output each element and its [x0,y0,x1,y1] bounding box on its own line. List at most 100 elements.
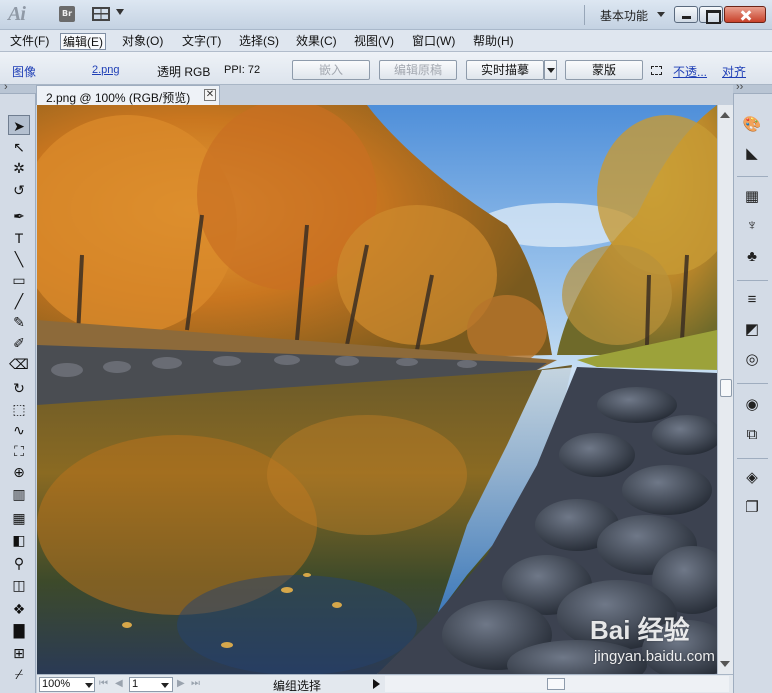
chevron-down-icon[interactable] [85,683,93,688]
minimize-button[interactable] [674,6,698,23]
graphic-styles-panel-icon[interactable]: ⧉ [742,425,762,445]
edit-original-button[interactable]: 编辑原稿 [379,60,457,80]
chevron-down-icon[interactable] [116,9,124,15]
eraser-tool[interactable]: ⌫ [8,354,30,374]
divider [584,5,585,25]
placed-image-autumn-canal[interactable] [37,105,717,674]
watermark-url: jingyan.baidu.com [594,648,715,665]
app-logo: Ai [8,3,26,25]
direct-selection-tool[interactable]: ↖ [8,137,30,157]
trace-options-dropdown[interactable] [544,60,557,80]
align-link[interactable]: 对齐 [722,63,746,80]
menu-select[interactable]: 选择(S) [237,33,281,50]
menu-bar: 文件(F) 编辑(E) 对象(O) 文字(T) 选择(S) 效果(C) 视图(V… [0,30,772,52]
horizontal-scrollbar[interactable] [385,676,729,692]
divider [737,458,768,459]
selection-tool[interactable]: ➤ [8,115,30,135]
swatches-panel-icon[interactable]: ▦ [742,187,762,207]
artboard-tool[interactable]: ⊞ [8,643,30,663]
menu-window[interactable]: 窗口(W) [410,33,457,50]
symbol-sprayer-tool[interactable]: ❖ [8,599,30,619]
control-bar: 图像 2.png 透明 RGB PPI: 72 嵌入 编辑原稿 实时描摹 蒙版 … [0,52,772,85]
appearance-panel-icon[interactable]: ◉ [742,395,762,415]
gradient-panel-icon[interactable]: ◩ [742,320,762,340]
divider [737,280,768,281]
scroll-thumb[interactable] [547,678,565,690]
menu-effect[interactable]: 效果(C) [294,33,339,50]
mesh-tool[interactable]: ▦ [8,508,30,528]
scroll-down-icon[interactable] [720,661,730,667]
layers-panel-icon[interactable]: ◈ [742,468,762,488]
vertical-scrollbar[interactable] [717,105,733,674]
transparency-info: 透明 RGB [157,65,211,79]
artboards-panel-icon[interactable]: ❐ [742,498,762,518]
menu-help[interactable]: 帮助(H) [471,33,516,50]
rectangle-tool[interactable]: ▭ [8,270,30,290]
stroke-panel-icon[interactable]: ≡ [742,290,762,310]
document-tab-title: 2.png @ 100% (RGB/预览) [46,91,191,105]
artboard-canvas[interactable]: Bai 经验 jingyan.baidu.com [37,105,717,674]
mask-button[interactable]: 蒙版 [565,60,643,80]
type-tool[interactable]: T [8,228,30,248]
blend-tool[interactable]: ◫ [8,575,30,595]
gradient-tool[interactable]: ◧ [8,530,30,550]
ppi-info: PPI: 72 [224,64,261,76]
arrange-documents-icon[interactable] [92,7,110,21]
pencil-tool[interactable]: ✎ [8,312,30,332]
menu-object[interactable]: 对象(O) [120,33,165,50]
panel-dock-grip[interactable] [733,81,772,94]
bridge-button[interactable]: Br [59,6,75,22]
scale-tool[interactable]: ⬚ [8,399,30,419]
brushes-panel-icon[interactable]: ♆ [742,216,762,236]
menu-view[interactable]: 视图(V) [352,33,396,50]
graph-tool[interactable]: ▥ [8,484,30,504]
rotate-tool[interactable]: ↻ [8,378,30,398]
close-icon[interactable]: ✕ [204,89,216,101]
tools-panel-grip[interactable] [0,81,36,94]
previous-artboard-icon[interactable]: ◀ [115,678,123,689]
transform-icon[interactable] [651,66,662,75]
symbols-panel-icon[interactable]: ♣ [742,247,762,267]
slice-tool[interactable]: ⌿ [8,664,30,684]
warp-tool[interactable]: ∿ [8,420,30,440]
chevron-down-icon[interactable] [161,683,169,688]
menu-type[interactable]: 文字(T) [180,33,223,50]
status-bar: 100% ⏮ ◀ 1 ▶ ⏭ 编组选择 [37,674,733,693]
status-text[interactable]: 编组选择 [273,677,321,693]
maximize-button[interactable] [699,6,723,24]
blob-brush-tool[interactable]: ✐ [8,333,30,353]
menu-edit[interactable]: 编辑(E) [60,33,106,50]
pen-tool[interactable]: ✒ [8,206,30,226]
color-guide-panel-icon[interactable]: ◣ [742,144,762,164]
watermark-logo: Bai 经验 [590,615,690,645]
next-artboard-icon[interactable]: ▶ [177,678,185,689]
free-transform-tool[interactable]: ⛶ [8,441,30,461]
embed-button[interactable]: 嵌入 [292,60,370,80]
transparency-panel-icon[interactable]: ◎ [742,350,762,370]
workspace-switcher[interactable]: 基本功能 [600,7,648,24]
paintbrush-tool[interactable]: ╱ [8,291,30,311]
color-panel-icon[interactable]: 🎨 [742,115,762,135]
scroll-thumb[interactable] [720,379,732,397]
divider [737,383,768,384]
live-trace-button[interactable]: 实时描摹 [466,60,544,80]
shape-builder-tool[interactable]: ⊕ [8,462,30,482]
scroll-up-icon[interactable] [720,112,730,118]
document-tab-strip [220,85,734,105]
lasso-tool[interactable]: ↺ [8,180,30,200]
line-segment-tool[interactable]: ╲ [8,249,30,269]
baidu-watermark: Bai 经验 jingyan.baidu.com [590,610,717,674]
column-graph-tool[interactable]: ▇ [8,620,30,640]
close-button[interactable] [724,6,766,23]
object-type-link[interactable]: 图像 [12,63,36,80]
opacity-link[interactable]: 不透... [673,63,707,80]
eyedropper-tool[interactable]: ⚲ [8,553,30,573]
status-menu-icon[interactable] [373,679,380,689]
last-artboard-icon[interactable]: ⏭ [191,678,200,689]
menu-file[interactable]: 文件(F) [8,33,51,50]
file-name-link[interactable]: 2.png [92,64,120,76]
first-artboard-icon[interactable]: ⏮ [99,678,108,689]
divider [737,176,768,177]
magic-wand-tool[interactable]: ✲ [8,158,30,178]
chevron-down-icon[interactable] [657,12,665,17]
